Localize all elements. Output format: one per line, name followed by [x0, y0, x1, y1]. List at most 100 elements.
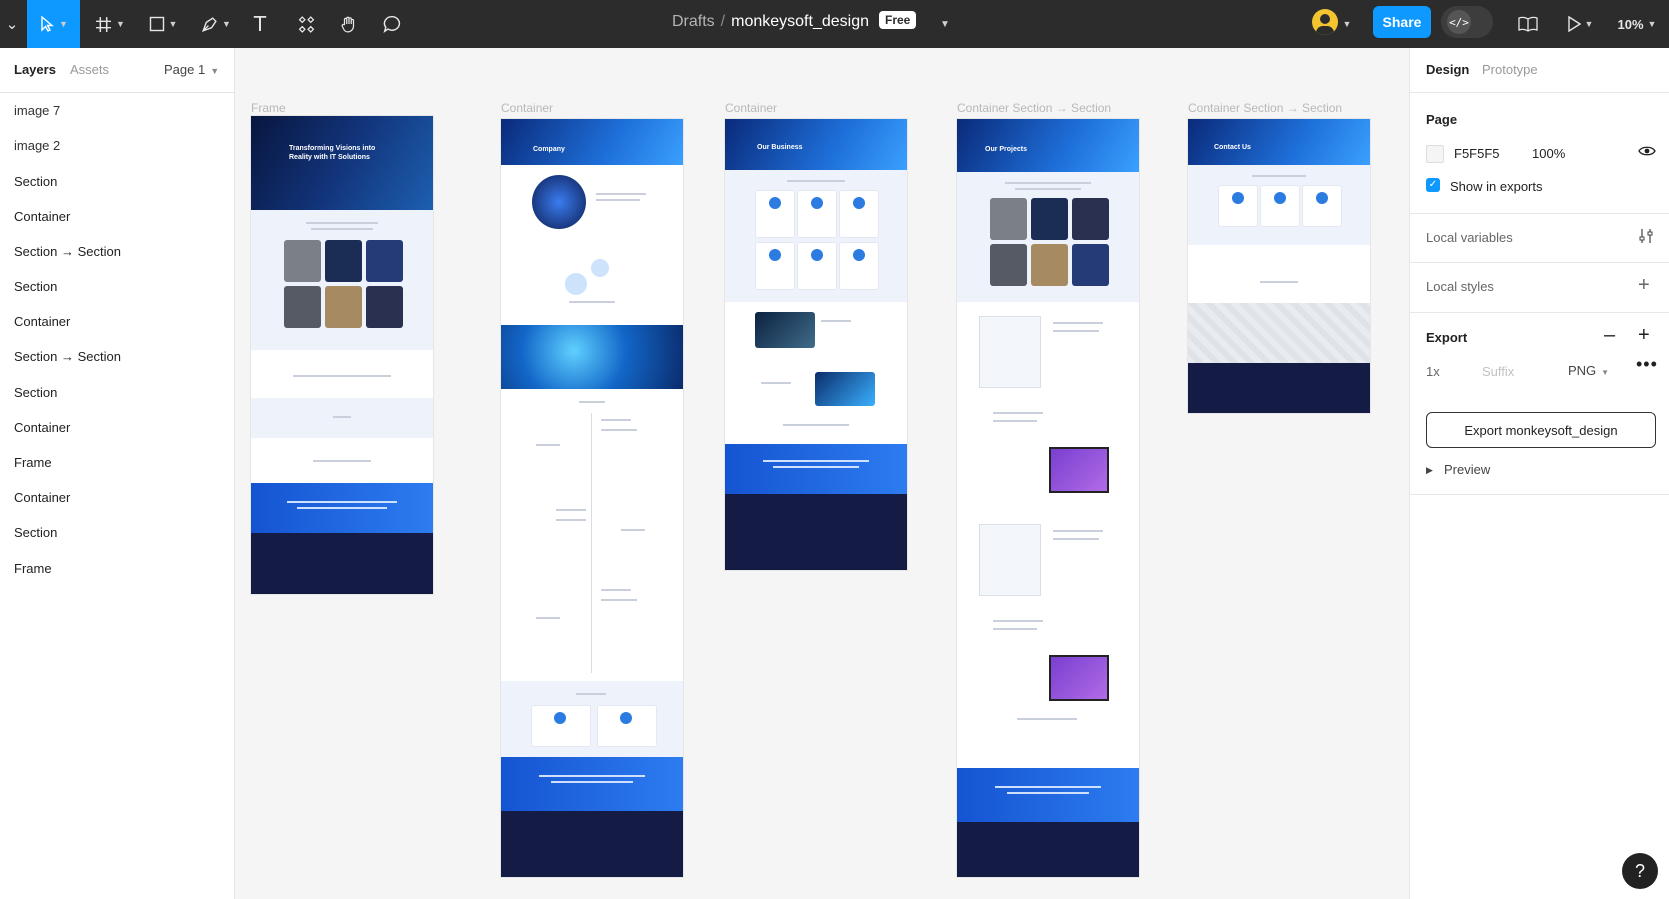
show-in-exports-checkbox[interactable]: ✓: [1426, 178, 1440, 192]
dev-mode-toggle[interactable]: </>: [1441, 6, 1493, 38]
export-heading: Export: [1426, 330, 1468, 345]
hero-headline: Our Projects: [985, 146, 1028, 153]
avatar[interactable]: [1312, 9, 1338, 35]
file-menu-caret[interactable]: ▼: [936, 0, 954, 48]
frame-label[interactable]: Container Section → Section: [957, 101, 1111, 115]
remove-export-minus-icon[interactable]: –: [1604, 324, 1615, 347]
chevron-right-icon[interactable]: ▶: [1426, 465, 1433, 476]
local-styles-label: Local styles: [1426, 279, 1494, 294]
local-variables-label[interactable]: Local variables: [1426, 230, 1513, 245]
preview-toggle[interactable]: Preview: [1444, 462, 1490, 477]
location-map[interactable]: [1188, 303, 1370, 363]
contact-info-section: [1188, 165, 1370, 245]
layer-item[interactable]: Container: [14, 490, 70, 505]
export-format-select[interactable]: PNG ▼: [1568, 363, 1609, 378]
tab-assets[interactable]: Assets: [70, 62, 109, 77]
business-page-frame[interactable]: Our Business: [725, 119, 907, 570]
library-button[interactable]: [1516, 0, 1540, 48]
design-canvas[interactable]: Frame Container Container Container Sect…: [235, 48, 1409, 899]
services-section: [725, 302, 907, 444]
cursor-arrow-icon: [41, 16, 54, 32]
layer-item[interactable]: Section: [14, 279, 57, 294]
contact-page-frame[interactable]: Contact Us: [1188, 119, 1370, 413]
export-scale[interactable]: 1x: [1426, 364, 1440, 379]
layer-item[interactable]: Section: [14, 174, 57, 189]
components-icon: [298, 15, 314, 33]
divider: [1410, 494, 1669, 495]
move-tool-button[interactable]: ▼: [27, 0, 80, 48]
export-suffix-input[interactable]: Suffix: [1482, 364, 1514, 379]
avatar-menu-caret[interactable]: ▼: [1340, 0, 1354, 48]
tab-prototype[interactable]: Prototype: [1482, 62, 1538, 77]
present-button[interactable]: ▼: [1563, 0, 1597, 48]
why-us-section: [251, 438, 433, 483]
shape-tool-button[interactable]: ▼: [143, 0, 183, 48]
sliders-icon[interactable]: [1638, 228, 1654, 249]
globe-banner: [501, 325, 683, 389]
eye-icon[interactable]: [1638, 144, 1656, 163]
cta-section: [251, 483, 433, 533]
frame-label[interactable]: Container: [725, 101, 777, 115]
cta-section: [725, 444, 907, 494]
footer-section: [501, 811, 683, 877]
frame-label[interactable]: Container Section → Section: [1188, 101, 1342, 115]
projects-page-frame[interactable]: Our Projects: [957, 119, 1139, 877]
add-export-plus-icon[interactable]: +: [1638, 324, 1650, 347]
layer-item[interactable]: image 2: [14, 138, 60, 153]
menu-caret-icon: ⌄: [5, 16, 19, 33]
page-color-swatch[interactable]: [1426, 145, 1444, 163]
footer-section: [251, 533, 433, 594]
hand-tool-button[interactable]: [337, 0, 361, 48]
layer-item[interactable]: Section: [14, 385, 57, 400]
resources-button[interactable]: [294, 0, 318, 48]
frame-label[interactable]: Frame: [251, 101, 286, 115]
layer-item[interactable]: Container: [14, 314, 70, 329]
layer-item[interactable]: Frame: [14, 455, 52, 470]
add-style-plus-icon[interactable]: +: [1638, 274, 1650, 297]
pen-tool-button[interactable]: ▼: [196, 0, 236, 48]
tab-layers[interactable]: Layers: [14, 62, 56, 77]
hero-section: Our Projects: [957, 119, 1139, 172]
cta-section: [501, 757, 683, 811]
hero-headline: Contact Us: [1214, 144, 1251, 151]
home-page-frame[interactable]: Transforming Visions into Reality with I…: [251, 116, 433, 594]
share-button[interactable]: Share: [1373, 6, 1431, 38]
tab-design[interactable]: Design: [1426, 62, 1469, 77]
layer-item[interactable]: Section: [14, 525, 57, 540]
layer-item[interactable]: Frame: [14, 561, 52, 576]
top-toolbar: ⌄ ▼ ▼ ▼ ▼ T Drafts / monkeysoft_design Free…: [0, 0, 1669, 48]
divider: [1410, 92, 1669, 93]
frame-label[interactable]: Container: [501, 101, 553, 115]
page-color-value[interactable]: F5F5F5: [1454, 146, 1500, 161]
hero-headline: Our Business: [757, 144, 803, 151]
more-options-icon[interactable]: •••: [1636, 354, 1658, 375]
layer-item[interactable]: image 7: [14, 103, 60, 118]
layer-item[interactable]: Container: [14, 209, 70, 224]
zoom-menu[interactable]: 10% ▼: [1612, 0, 1662, 48]
help-button[interactable]: ?: [1622, 853, 1658, 889]
layer-item[interactable]: Section → Section: [14, 244, 121, 259]
projects-grid-section: [957, 172, 1139, 302]
plan-badge: Free: [878, 11, 917, 29]
hero-section: Company: [501, 119, 683, 165]
page-opacity-value[interactable]: 100%: [1532, 146, 1565, 161]
footer-section: [957, 822, 1139, 877]
main-menu-button[interactable]: ⌄: [0, 0, 24, 48]
export-format-value: PNG: [1568, 363, 1597, 378]
case-studies-section: [957, 302, 1139, 730]
text-tool-button[interactable]: T: [248, 0, 272, 48]
layer-item[interactable]: Container: [14, 420, 70, 435]
rectangle-icon: [149, 16, 164, 32]
chevron-down-icon: ▼: [940, 18, 950, 30]
book-icon: [1518, 16, 1538, 32]
frame-tool-button[interactable]: ▼: [90, 0, 130, 48]
hero-section: Our Business: [725, 119, 907, 170]
comment-tool-button[interactable]: [380, 0, 404, 48]
page-selector[interactable]: Page 1 ▼: [164, 62, 219, 77]
layer-item[interactable]: Section → Section: [14, 349, 121, 364]
breadcrumb-drafts[interactable]: Drafts: [672, 13, 715, 30]
export-button[interactable]: Export monkeysoft_design: [1426, 412, 1656, 448]
company-page-frame[interactable]: Company: [501, 119, 683, 877]
file-name[interactable]: monkeysoft_design: [731, 13, 869, 30]
page-heading: Page: [1426, 112, 1458, 127]
